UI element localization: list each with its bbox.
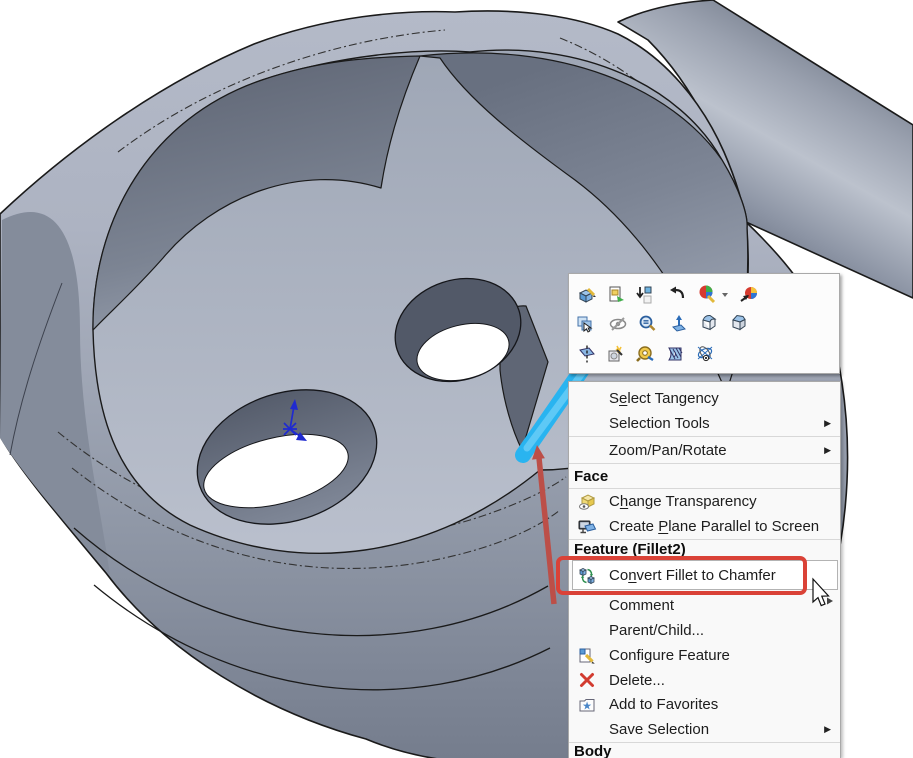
menu-item-label: Create Plane Parallel to Screen [609, 518, 820, 535]
menu-item-label: Select Tangency [609, 390, 719, 407]
menu-item-create-plane-parallel[interactable]: Create Plane Parallel to Screen [569, 514, 840, 539]
measure-icon[interactable] [635, 344, 655, 364]
normal-to-icon[interactable] [669, 314, 689, 334]
transparency-icon [577, 492, 597, 512]
favorites-icon: ★ [577, 695, 597, 715]
configure-feature-icon [577, 646, 597, 666]
menu-item-zoom-pan-rotate[interactable]: Zoom/Pan/Rotate ▶ [569, 437, 840, 463]
menu-section-body: Body [574, 742, 612, 758]
shortcut-toolbar-popup [568, 273, 840, 374]
application-viewport: Select Tangency Selection Tools ▶ Zoom/P… [0, 0, 913, 758]
menu-item-select-tangency[interactable]: Select Tangency [569, 386, 840, 411]
icon-spacer [577, 596, 597, 616]
isolate-icon[interactable] [605, 344, 625, 364]
chamfer-preview-icon[interactable] [729, 312, 749, 332]
icon-spacer [577, 720, 597, 740]
menu-section-face: Face [574, 467, 609, 485]
menu-item-parent-child[interactable]: Parent/Child... [569, 618, 840, 643]
menu-item-save-selection[interactable]: Save Selection ▶ [569, 717, 840, 742]
hide-icon[interactable] [608, 314, 628, 334]
menu-item-selection-tools[interactable]: Selection Tools ▶ [569, 411, 840, 436]
view-orientation-icon[interactable] [695, 344, 715, 364]
edit-feature-icon[interactable] [577, 285, 597, 305]
annotation-highlight-box [556, 556, 807, 595]
undo-icon[interactable] [667, 285, 687, 305]
suppress-icon[interactable] [634, 285, 654, 305]
submenu-arrow-icon: ▶ [824, 724, 831, 734]
zoom-to-selection-icon[interactable] [637, 314, 657, 334]
submenu-arrow-icon: ▶ [824, 418, 831, 428]
menu-item-label: Delete... [609, 671, 665, 689]
icon-spacer [577, 389, 597, 409]
appearance-callout-icon[interactable] [739, 284, 759, 304]
menu-item-add-to-favorites[interactable]: ★ Add to Favorites [569, 692, 840, 717]
delete-icon [577, 670, 597, 690]
submenu-arrow-icon: ▶ [824, 444, 831, 455]
menu-item-comment[interactable]: Comment [569, 593, 840, 618]
menu-item-label: Configure Feature [609, 647, 730, 664]
appearance-dropdown-caret-icon[interactable] [721, 290, 729, 310]
menu-item-change-transparency[interactable]: Change Transparency [569, 489, 840, 514]
edit-appearance-icon[interactable] [697, 284, 717, 304]
menu-item-label: Comment [609, 597, 675, 614]
select-other-icon[interactable] [575, 314, 595, 334]
menu-item-label: Selection Tools [609, 415, 710, 432]
menu-item-label: Add to Favorites [609, 696, 719, 713]
menu-item-delete[interactable]: Delete... [569, 668, 840, 692]
section-hatch-icon[interactable] [665, 344, 685, 364]
icon-spacer [577, 621, 597, 641]
icon-spacer [577, 414, 597, 434]
icon-spacer [577, 440, 597, 460]
menu-item-configure-feature[interactable]: Configure Feature [569, 643, 840, 668]
menu-item-label: Zoom/Pan/Rotate [609, 441, 727, 459]
menu-item-label: Change Transparency [609, 493, 757, 510]
section-view-icon[interactable] [577, 344, 597, 364]
svg-text:★: ★ [582, 700, 592, 712]
insert-into-new-part-icon[interactable] [606, 285, 626, 305]
menu-item-label: Save Selection [609, 721, 710, 738]
plane-parallel-icon [577, 517, 597, 537]
menu-item-label: Parent/Child... [609, 622, 705, 639]
fillet-preview-icon[interactable] [699, 312, 719, 332]
